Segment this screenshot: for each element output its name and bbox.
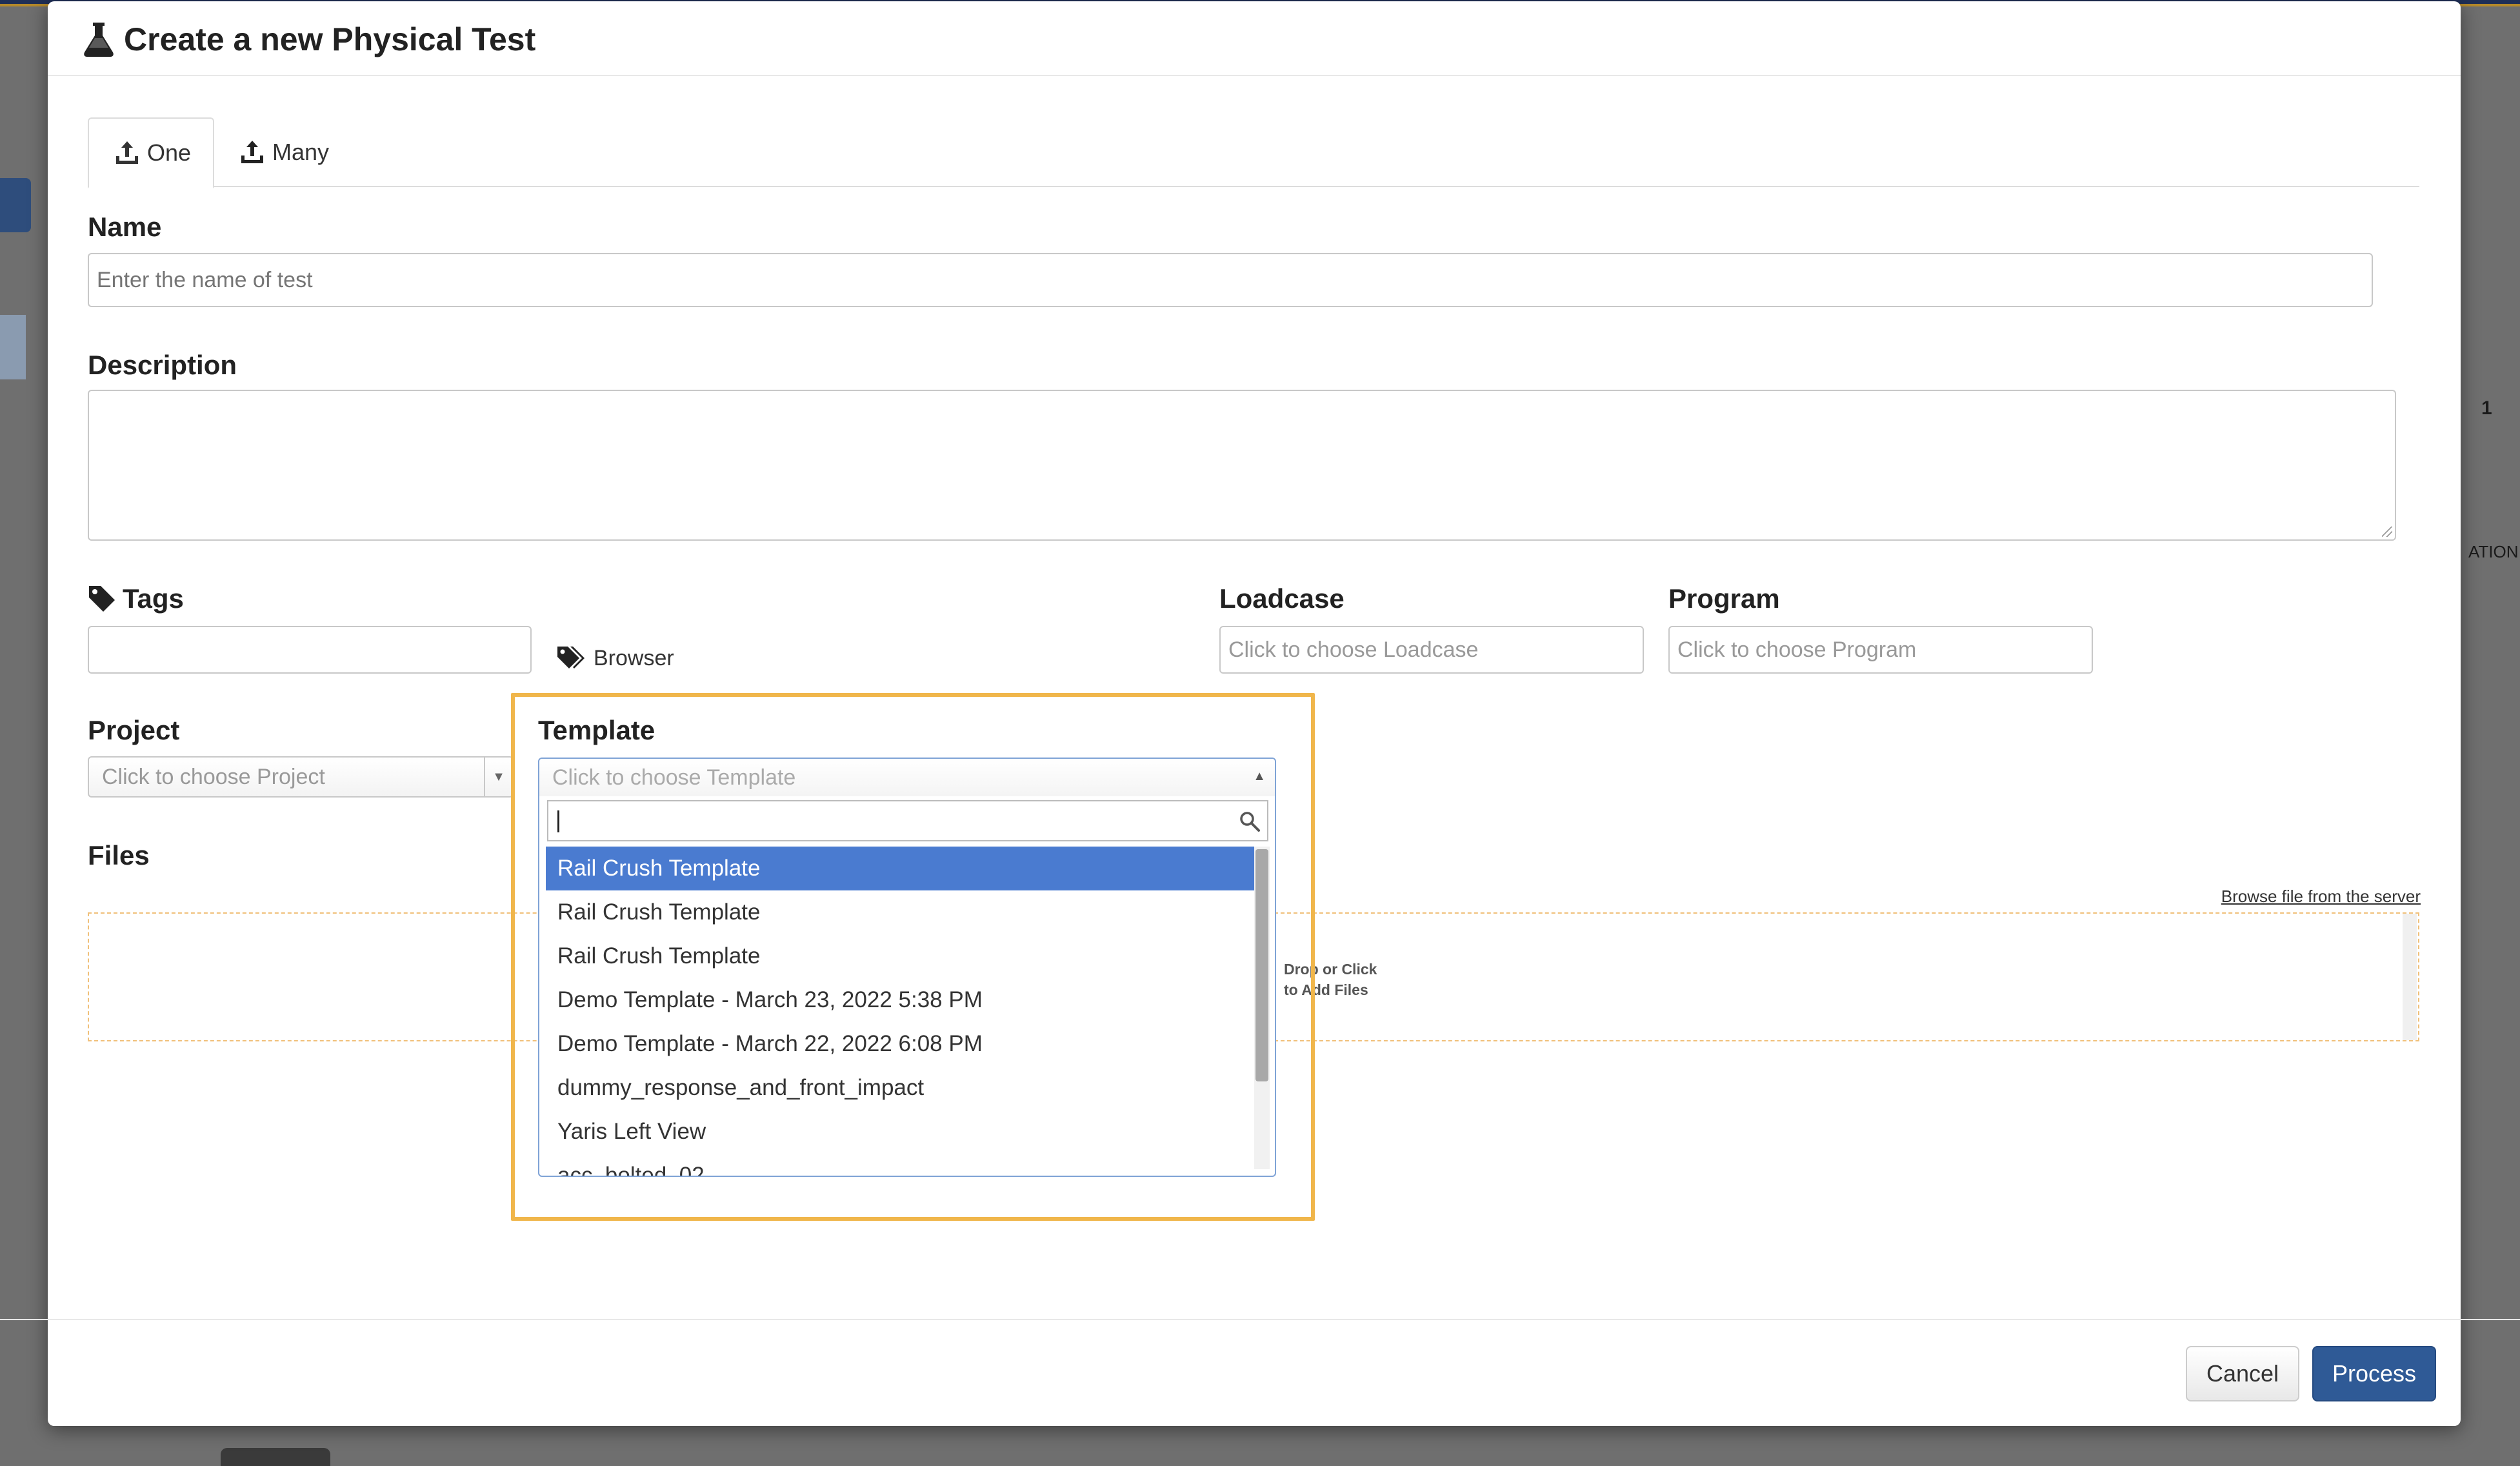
- upload-mode-tabs: One Many: [88, 117, 2419, 188]
- description-textarea[interactable]: [88, 390, 2396, 541]
- browse-server-link[interactable]: Browse file from the server: [2221, 887, 2421, 907]
- template-scrollbar-thumb[interactable]: [1255, 849, 1268, 1081]
- tag-icon: [88, 585, 116, 613]
- template-label: Template: [538, 715, 655, 745]
- background-page-number: 1: [2481, 397, 2492, 419]
- background-chip: [221, 1448, 330, 1466]
- text-cursor: [557, 810, 559, 832]
- project-select[interactable]: Click to choose Project ▼: [88, 756, 514, 798]
- name-label: Name: [88, 212, 162, 242]
- modal-header: Create a new Physical Test: [48, 1, 2461, 76]
- program-select[interactable]: Click to choose Program: [1668, 626, 2093, 674]
- dropzone-scrollbar[interactable]: [2403, 914, 2417, 1040]
- cancel-button[interactable]: Cancel: [2186, 1346, 2299, 1401]
- loadcase-label: Loadcase: [1219, 583, 1345, 614]
- background-sidebar-item: [0, 315, 26, 379]
- template-select[interactable]: Click to choose Template ▲: [538, 758, 1276, 798]
- upload-icon: [239, 139, 266, 166]
- tab-many[interactable]: Many: [214, 117, 354, 187]
- modal-title: Create a new Physical Test: [83, 21, 535, 58]
- template-search-input[interactable]: [547, 800, 1268, 841]
- tags-label: Tags: [88, 583, 184, 614]
- background-column-header: ATION: [2468, 542, 2519, 561]
- files-label: Files: [88, 840, 150, 870]
- template-dropdown: Rail Crush Template Rail Crush Template …: [538, 796, 1276, 1177]
- resize-handle[interactable]: [2382, 527, 2392, 537]
- background-button: [0, 178, 31, 232]
- process-button[interactable]: Process: [2312, 1346, 2436, 1401]
- project-label: Project: [88, 715, 180, 745]
- template-placeholder: Click to choose Template: [552, 765, 796, 790]
- tab-one-label: One: [147, 139, 192, 166]
- modal-footer-divider: [0, 1319, 2520, 1320]
- flask-icon: [83, 21, 115, 57]
- description-label: Description: [88, 350, 237, 380]
- tab-many-label: Many: [272, 139, 330, 165]
- tags-input[interactable]: [88, 626, 532, 674]
- upload-icon: [114, 139, 141, 166]
- browser-label: Browser: [594, 645, 674, 670]
- template-scrollbar[interactable]: [1254, 847, 1270, 1169]
- tags-label-text: Tags: [123, 583, 184, 614]
- name-input[interactable]: [88, 253, 2373, 307]
- modal-title-text: Create a new Physical Test: [124, 21, 536, 57]
- tags-icon: [556, 645, 586, 671]
- template-option[interactable]: Demo Template - March 23, 2022 5:38 PM: [546, 978, 1255, 1022]
- tag-browser-link[interactable]: Browser: [556, 645, 674, 671]
- template-option[interactable]: acc_bolted_02: [546, 1154, 1255, 1176]
- template-option[interactable]: Rail Crush Template: [546, 890, 1255, 934]
- tab-one[interactable]: One: [88, 117, 214, 188]
- template-option[interactable]: Yaris Left View: [546, 1110, 1255, 1154]
- program-label: Program: [1668, 583, 1780, 614]
- template-option[interactable]: Demo Template - March 22, 2022 6:08 PM: [546, 1022, 1255, 1066]
- template-option[interactable]: Rail Crush Template: [546, 934, 1255, 978]
- template-option[interactable]: dummy_response_and_front_impact: [546, 1066, 1255, 1110]
- template-option[interactable]: Rail Crush Template: [546, 847, 1255, 890]
- chevron-down-icon[interactable]: ▼: [484, 758, 512, 796]
- search-icon: [1239, 810, 1261, 832]
- project-placeholder: Click to choose Project: [102, 764, 325, 789]
- loadcase-select[interactable]: Click to choose Loadcase: [1219, 626, 1644, 674]
- chevron-up-icon[interactable]: ▲: [1253, 769, 1266, 784]
- template-options-list: Rail Crush Template Rail Crush Template …: [546, 847, 1255, 1176]
